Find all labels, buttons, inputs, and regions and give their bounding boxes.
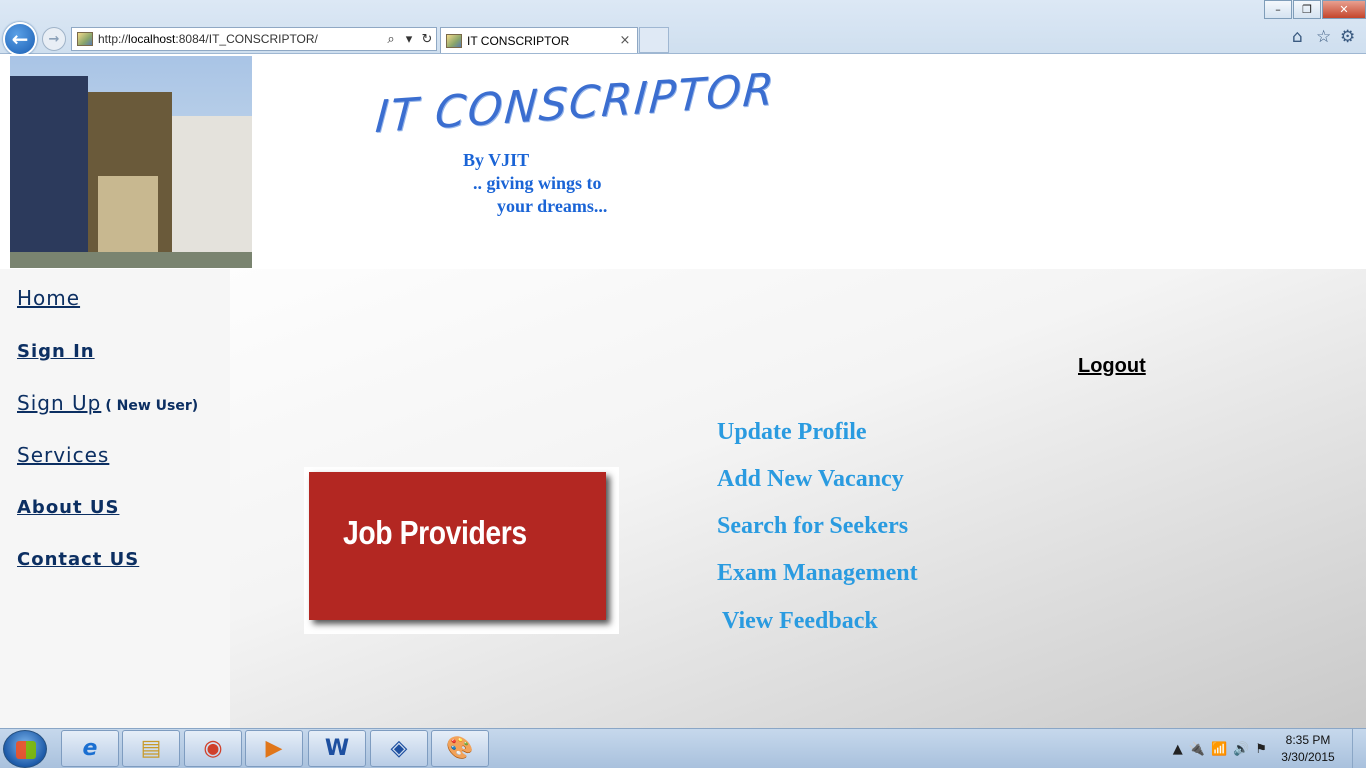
url-text[interactable]: http://localhost:8084/IT_CONSCRIPTOR/ <box>98 32 382 46</box>
logout-link[interactable]: Logout <box>1078 355 1146 378</box>
web-page: IT CONSCRIPTOR By VJIT .. giving wings t… <box>0 54 1366 728</box>
favorites-icon[interactable]: ☆ <box>1316 27 1331 47</box>
address-bar[interactable]: http://localhost:8084/IT_CONSCRIPTOR/ ⌕ … <box>71 27 437 51</box>
volume-icon[interactable]: 🔊 <box>1233 742 1249 757</box>
start-button[interactable] <box>3 730 47 768</box>
window-controls: – ❐ ✕ <box>1263 0 1366 19</box>
byline: By VJIT <box>463 150 530 170</box>
nav-contact-us[interactable]: Contact US <box>17 549 139 570</box>
nav-about-us[interactable]: About US <box>17 497 119 518</box>
banner-box: Job Providers <box>309 472 606 620</box>
add-new-vacancy-link[interactable]: Add New Vacancy <box>717 466 904 493</box>
new-tab-button[interactable] <box>639 27 669 53</box>
search-icon[interactable]: ⌕ <box>382 32 400 47</box>
nav-home[interactable]: Home <box>17 286 80 310</box>
search-for-seekers-link[interactable]: Search for Seekers <box>717 513 908 540</box>
home-icon[interactable]: ⌂ <box>1292 27 1303 47</box>
back-button[interactable]: ← <box>3 22 37 56</box>
sidebar: Home Sign In Sign Up( New User) Services… <box>0 269 230 728</box>
show-desktop-button[interactable] <box>1352 729 1366 768</box>
clock-time: 8:35 PM <box>1285 733 1331 747</box>
tab-it-conscriptor[interactable]: IT CONSCRIPTOR × <box>440 27 638 53</box>
action-center-flag-icon[interactable]: ⚑ <box>1255 742 1267 757</box>
refresh-icon[interactable]: ↻ <box>418 32 436 47</box>
page-icon <box>77 32 93 46</box>
word-icon[interactable]: W <box>308 730 366 767</box>
show-hidden-icons-icon[interactable]: ▲ <box>1173 742 1183 757</box>
view-feedback-link[interactable]: View Feedback <box>722 608 878 635</box>
windows-logo-icon <box>16 741 36 759</box>
nav-sign-up[interactable]: Sign Up <box>17 391 101 415</box>
media-player-icon[interactable]: ▶ <box>245 730 303 767</box>
restore-button[interactable]: ❐ <box>1293 0 1321 19</box>
chrome-icon[interactable]: ◉ <box>184 730 242 767</box>
campus-image <box>10 56 252 268</box>
banner-label: Job Providers <box>343 514 527 551</box>
gear-icon[interactable]: ⚙ <box>1340 27 1355 47</box>
system-tray: ▲ 🔌 📶 🔊 ⚑ 8:35 PM 3/30/2015 <box>1170 729 1366 768</box>
tab-title: IT CONSCRIPTOR <box>467 33 570 48</box>
content-area: Home Sign In Sign Up( New User) Services… <box>0 269 1366 728</box>
network-icon[interactable]: 📶 <box>1211 742 1227 757</box>
update-profile-link[interactable]: Update Profile <box>717 419 867 446</box>
minimize-button[interactable]: – <box>1264 0 1292 19</box>
chevron-down-icon[interactable]: ▾ <box>400 32 418 47</box>
job-providers-banner: Job Providers <box>304 467 619 634</box>
close-icon[interactable]: × <box>617 33 633 48</box>
close-window-button[interactable]: ✕ <box>1322 0 1366 19</box>
tagline-line-2: your dreams... <box>497 196 608 216</box>
clock-date: 3/30/2015 <box>1281 750 1335 764</box>
tagline-line-1: .. giving wings to <box>473 173 602 193</box>
taskbar: e ▤ ◉ ▶ W ◈ 🎨 ▲ 🔌 📶 🔊 ⚑ 8:35 PM 3/30/201… <box>0 728 1366 768</box>
nav-sign-in[interactable]: Sign In <box>17 341 95 362</box>
paint-icon[interactable]: 🎨 <box>431 730 489 767</box>
site-logo: IT CONSCRIPTOR <box>373 63 778 144</box>
browser-chrome: ← → http://localhost:8084/IT_CONSCRIPTOR… <box>0 0 1366 56</box>
nav-services[interactable]: Services <box>17 443 109 467</box>
new-user-note: ( New User) <box>105 398 199 414</box>
clock[interactable]: 8:35 PM 3/30/2015 <box>1270 732 1346 766</box>
forward-button[interactable]: → <box>42 27 66 51</box>
nav-sign-up-row: Sign Up( New User) <box>17 391 198 415</box>
page-icon <box>446 33 462 48</box>
virtualbox-icon[interactable]: ◈ <box>370 730 428 767</box>
exam-management-link[interactable]: Exam Management <box>717 560 918 587</box>
power-icon[interactable]: 🔌 <box>1189 742 1205 757</box>
file-explorer-icon[interactable]: ▤ <box>122 730 180 767</box>
internet-explorer-icon[interactable]: e <box>61 730 119 767</box>
